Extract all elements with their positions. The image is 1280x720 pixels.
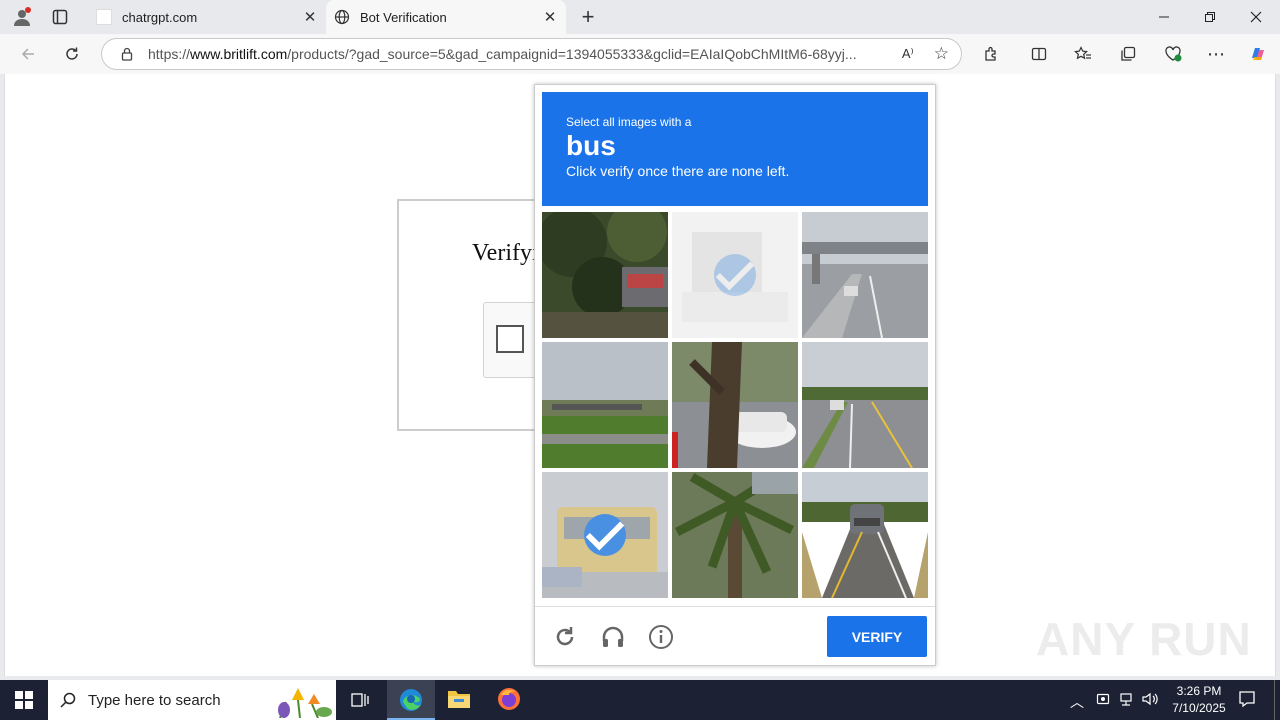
tray-clock[interactable]: 3:26 PM 7/10/2025 [1160,683,1238,717]
taskbar-edge-active[interactable] [387,680,435,720]
notification-icon[interactable] [1238,690,1256,713]
verify-button[interactable]: VERIFY [827,616,927,657]
tray-chevron-icon[interactable]: ︿ [1070,692,1084,712]
split-screen-icon[interactable] [1023,38,1055,70]
tile-image [672,342,798,468]
captcha-tile-8[interactable] [672,472,798,598]
close-icon[interactable]: ✕ [302,8,318,26]
captcha-checkbox[interactable] [496,325,524,353]
minimize-icon[interactable] [1148,1,1180,33]
url-domain: www.britlift.com [190,46,288,62]
more-options-icon[interactable]: ⋯ [1200,38,1232,70]
tile-image [802,342,928,468]
clock-time: 3:26 PM [1176,684,1222,698]
url-text[interactable]: https://www.britlift.com/products/?gad_s… [148,46,888,62]
clock-date: 7/10/2025 [1172,701,1226,715]
captcha-tile-6[interactable] [802,342,928,468]
globe-icon [334,9,350,25]
browser-essentials-icon[interactable] [1157,38,1189,70]
collections-icon[interactable] [1112,38,1144,70]
new-tab-icon[interactable]: + [572,1,604,33]
refresh-icon[interactable] [56,38,88,70]
taskbar-search[interactable]: Type here to search [48,680,336,720]
tab-bot-verification[interactable]: Bot Verification ✕ [326,0,566,34]
tab-actions-icon[interactable] [44,1,76,33]
tile-image [542,212,668,338]
volume-icon[interactable] [1141,691,1159,712]
captcha-tile-3[interactable] [802,212,928,338]
captcha-tile-5[interactable] [672,342,798,468]
captcha-target: bus [566,130,616,161]
captcha-tile-1[interactable] [542,212,668,338]
task-view-icon[interactable] [344,684,376,716]
tile-image [802,212,928,338]
file-explorer-icon[interactable] [447,688,471,710]
tile-image [542,342,668,468]
read-aloud-icon[interactable]: A⁾ [902,46,914,62]
captcha-tile-4[interactable] [542,342,668,468]
tab-chatrgpt[interactable]: chatrgpt.com ✕ [88,0,326,34]
tab-title: chatrgpt.com [122,9,198,25]
show-desktop-divider[interactable] [1274,680,1275,720]
tab-bar: chatrgpt.com ✕ Bot Verification ✕ + [0,0,1280,34]
captcha-header: Select all images with a bus Click verif… [542,92,928,206]
captcha-tile-2[interactable] [672,212,798,338]
url-path: /products/?gad_source=5&gad_campaignid=1… [287,46,857,62]
selected-check-icon [714,254,756,296]
address-bar[interactable]: https://www.britlift.com/products/?gad_s… [101,38,962,70]
blank-page-icon [96,9,112,25]
captcha-tile-9[interactable] [802,472,928,598]
favorite-star-icon[interactable]: ☆ [934,44,949,64]
selected-check-icon [584,514,626,556]
window-close-icon[interactable] [1240,1,1272,33]
tab-title: Bot Verification [360,9,447,25]
tile-image [672,472,798,598]
flowers-icon [278,688,332,718]
edge-icon [400,689,422,711]
firefox-icon[interactable] [497,687,521,711]
verification-heading: Verifyi [472,240,539,266]
search-icon [60,692,76,708]
refresh-challenge-icon[interactable] [550,622,580,652]
copilot-icon[interactable] [1242,38,1274,70]
tray-meet-icon[interactable] [1096,691,1110,712]
search-placeholder: Type here to search [88,691,221,709]
watermark-logo: ANY RUN [1036,613,1252,665]
info-icon[interactable] [646,622,676,652]
audio-challenge-icon[interactable] [598,622,628,652]
profile-icon[interactable] [6,1,38,33]
captcha-tile-7[interactable] [542,472,668,598]
favorites-icon[interactable] [1067,38,1099,70]
captcha-subtext: Click verify once there are none left. [566,163,790,179]
back-arrow-icon[interactable] [12,38,44,70]
url-prefix: https:// [148,46,191,62]
close-icon[interactable]: ✕ [542,8,558,26]
network-icon[interactable] [1118,691,1134,712]
windows-start-icon[interactable] [8,684,40,716]
captcha-instruction: Select all images with a [566,115,692,129]
restore-icon[interactable] [1194,1,1226,33]
lock-icon[interactable] [120,47,134,61]
extensions-icon[interactable] [975,38,1007,70]
tile-image [802,472,928,598]
